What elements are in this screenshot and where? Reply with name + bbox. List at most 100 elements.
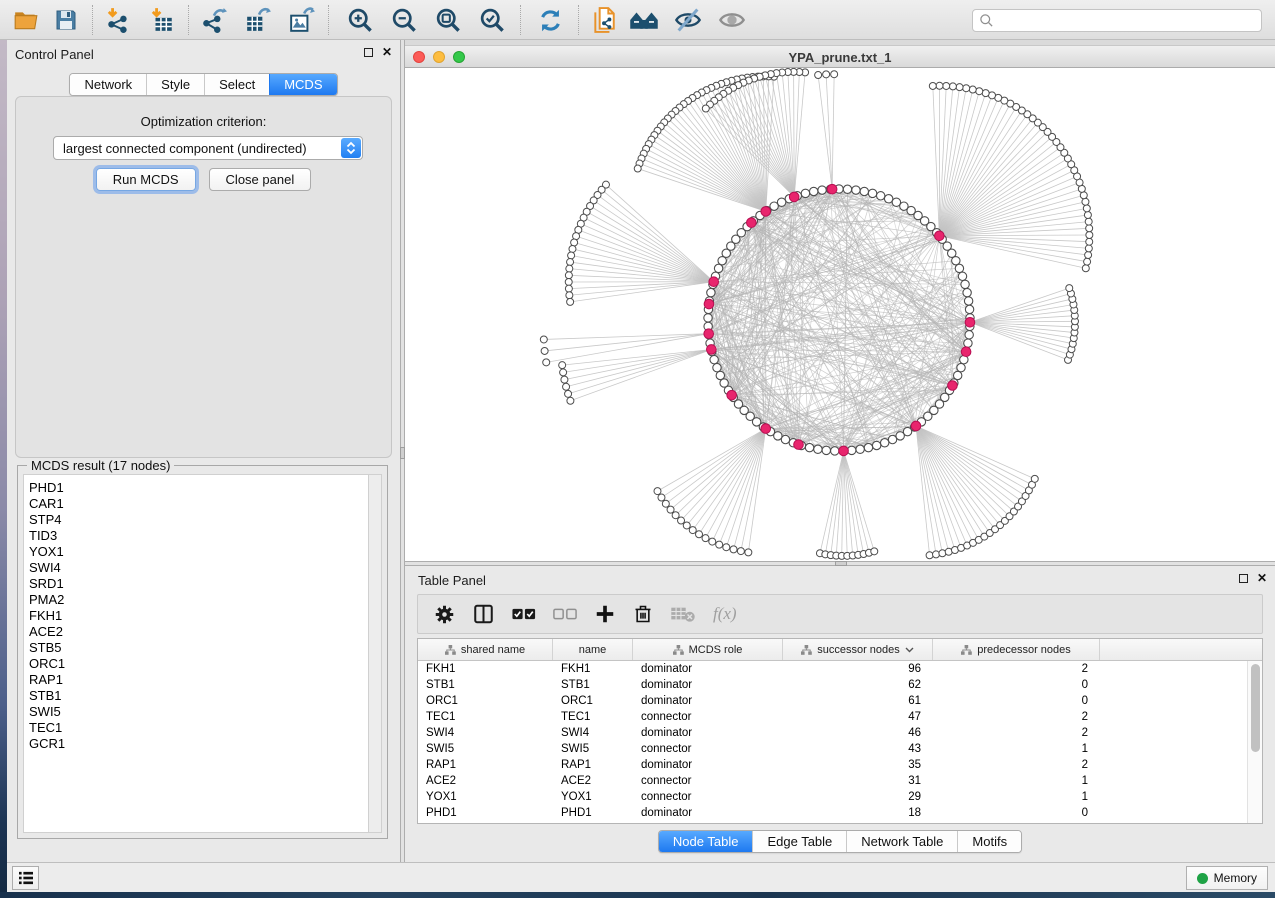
column-header-successor-nodes[interactable]: successor nodes [783, 639, 933, 660]
mcds-result-item[interactable]: CAR1 [29, 496, 368, 512]
tab-edge-table[interactable]: Edge Table [752, 831, 846, 852]
delete-table-icon[interactable] [670, 605, 696, 623]
close-panel-icon[interactable]: ✕ [382, 47, 392, 57]
attribute-tree-icon [445, 645, 456, 655]
mcds-result-item[interactable]: SWI4 [29, 560, 368, 576]
table-scrollbar[interactable] [1247, 661, 1262, 823]
toolbar-separator [188, 5, 189, 35]
tab-network[interactable]: Network [70, 74, 146, 95]
close-panel-button[interactable]: Close panel [209, 168, 312, 191]
mcds-result-item[interactable]: STB1 [29, 688, 368, 704]
zoom-in-icon[interactable] [344, 4, 376, 36]
select-all-rows-icon[interactable] [512, 607, 536, 621]
tab-style[interactable]: Style [146, 74, 204, 95]
tab-network-table[interactable]: Network Table [846, 831, 957, 852]
mcds-result-item[interactable]: SWI5 [29, 704, 368, 720]
column-header-shared-name[interactable]: shared name [418, 639, 553, 660]
main-toolbar [0, 0, 1275, 40]
mcds-result-item[interactable]: GCR1 [29, 736, 368, 752]
show-graphics-details-icon[interactable] [716, 4, 748, 36]
scrollbar-thumb[interactable] [1251, 664, 1260, 752]
mcds-result-item[interactable]: PMA2 [29, 592, 368, 608]
mcds-result-item[interactable]: ACE2 [29, 624, 368, 640]
show-columns-icon[interactable] [472, 603, 495, 625]
mcds-result-item[interactable]: STB5 [29, 640, 368, 656]
table-row[interactable]: RAP1RAP1dominator352 [418, 757, 1247, 773]
mcds-result-item[interactable]: ORC1 [29, 656, 368, 672]
network-window-titlebar[interactable]: YPA_prune.txt_1 [405, 45, 1275, 68]
column-header-MCDS-role[interactable]: MCDS role [633, 639, 783, 660]
table-row[interactable]: ACE2ACE2connector311 [418, 773, 1247, 789]
delete-column-icon[interactable] [633, 603, 653, 625]
table-row[interactable]: STB1STB1dominator620 [418, 677, 1247, 693]
import-table-icon[interactable] [146, 4, 178, 36]
add-column-icon[interactable] [594, 603, 616, 625]
zoom-selected-icon[interactable] [476, 4, 508, 36]
table-row[interactable]: ORC1ORC1dominator610 [418, 693, 1247, 709]
unselect-all-rows-icon[interactable] [553, 607, 577, 621]
cell: connector [633, 791, 783, 803]
function-builder-icon[interactable]: f(x) [713, 604, 737, 624]
save-icon[interactable] [50, 4, 82, 36]
cell: 0 [933, 695, 1100, 707]
mcds-result-item[interactable]: YOX1 [29, 544, 368, 560]
table-row[interactable]: FKH1FKH1dominator962 [418, 661, 1247, 677]
sort-chevron-icon [905, 647, 914, 653]
column-label: shared name [461, 644, 525, 656]
criterion-dropdown[interactable]: largest connected component (undirected) [53, 136, 363, 160]
table-row[interactable]: SWI5SWI5connector431 [418, 741, 1247, 757]
mcds-list-scrollbar[interactable] [368, 474, 382, 833]
zoom-out-icon[interactable] [388, 4, 420, 36]
memory-button[interactable]: Memory [1186, 866, 1268, 890]
run-mcds-button[interactable]: Run MCDS [96, 168, 196, 191]
cell: connector [633, 775, 783, 787]
search-input[interactable] [994, 10, 1261, 31]
export-network-icon[interactable] [198, 4, 230, 36]
mcds-result-item[interactable]: SRD1 [29, 576, 368, 592]
tab-motifs[interactable]: Motifs [957, 831, 1021, 852]
cell: ORC1 [418, 695, 553, 707]
tab-select[interactable]: Select [204, 74, 269, 95]
mcds-result-list[interactable]: PHD1CAR1STP4TID3YOX1SWI4SRD1PMA2FKH1ACE2… [23, 474, 368, 833]
toolbar-separator [92, 5, 93, 35]
table-options-gear-icon[interactable] [434, 604, 455, 625]
search-field[interactable] [972, 9, 1262, 32]
table-row[interactable]: PHD1PHD1dominator180 [418, 805, 1247, 821]
table-row[interactable]: SWI4SWI4dominator462 [418, 725, 1247, 741]
cell: YOX1 [418, 791, 553, 803]
export-table-icon[interactable] [242, 4, 274, 36]
attribute-tree-icon [801, 645, 812, 655]
cell: 18 [783, 807, 933, 819]
task-history-button[interactable] [12, 866, 39, 890]
table-row[interactable]: YOX1YOX1connector291 [418, 789, 1247, 805]
table-header-row: shared name nameMCDS rolesuccessor nodesp… [418, 639, 1262, 661]
search-network-icon[interactable] [628, 4, 660, 36]
search-icon [979, 13, 994, 28]
mcds-result-item[interactable]: FKH1 [29, 608, 368, 624]
mcds-result-item[interactable]: TID3 [29, 528, 368, 544]
float-panel-icon[interactable] [364, 48, 373, 57]
mcds-result-item[interactable]: TEC1 [29, 720, 368, 736]
mcds-result-item[interactable]: PHD1 [29, 480, 368, 496]
open-session-icon[interactable] [588, 4, 620, 36]
import-network-icon[interactable] [102, 4, 134, 36]
tab-mcds[interactable]: MCDS [269, 74, 336, 95]
open-folder-icon[interactable] [10, 4, 42, 36]
column-header-predecessor-nodes[interactable]: predecessor nodes [933, 639, 1100, 660]
tab-node-table[interactable]: Node Table [659, 831, 753, 852]
mcds-result-item[interactable]: RAP1 [29, 672, 368, 688]
refresh-icon[interactable] [534, 4, 566, 36]
column-header-name[interactable]: name [553, 639, 633, 660]
table-panel-title: Table Panel [418, 573, 486, 588]
mcds-result-item[interactable]: STP4 [29, 512, 368, 528]
cell: 1 [933, 743, 1100, 755]
cell: RAP1 [553, 759, 633, 771]
table-row[interactable]: TEC1TEC1connector472 [418, 709, 1247, 725]
network-canvas[interactable] [405, 68, 1275, 561]
hide-graphics-details-icon[interactable] [672, 4, 704, 36]
export-image-icon[interactable] [286, 4, 318, 36]
float-panel-icon[interactable] [1239, 574, 1248, 583]
zoom-fit-icon[interactable] [432, 4, 464, 36]
close-panel-icon[interactable]: ✕ [1257, 573, 1267, 583]
cell: 2 [933, 759, 1100, 771]
